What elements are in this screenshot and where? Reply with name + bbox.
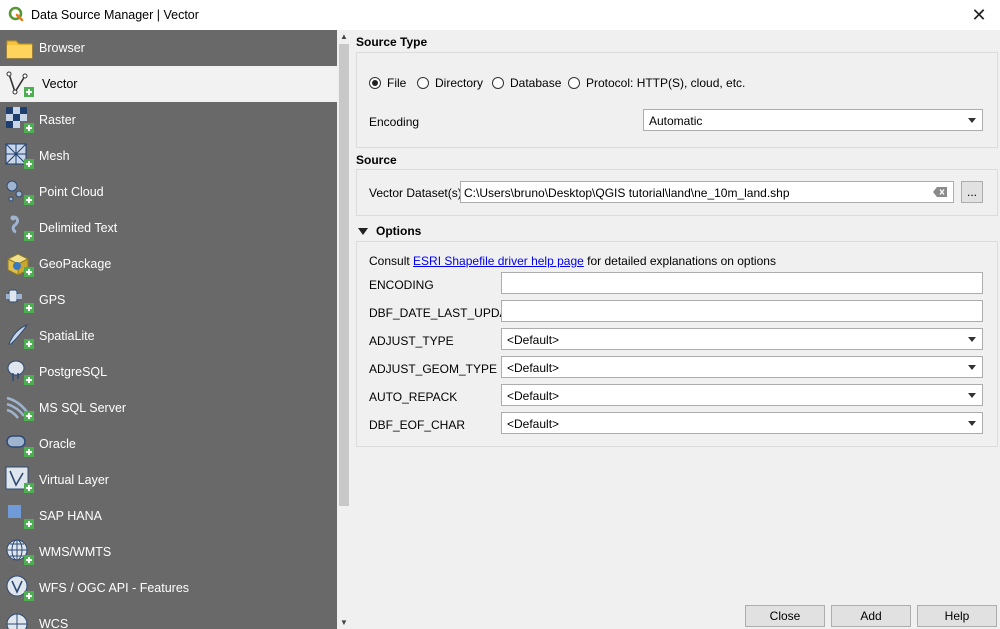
- close-icon: ✕: [971, 5, 987, 25]
- option-label-adjust-type: ADJUST_TYPE: [369, 334, 454, 348]
- sidebar-item-spatialite[interactable]: SpatiaLite: [0, 318, 337, 354]
- mssql-icon: [6, 396, 34, 421]
- option-adjust-geom-type-select[interactable]: <Default>: [501, 356, 983, 378]
- help-button[interactable]: Help: [917, 605, 997, 627]
- option-label-dbf-eof-char: DBF_EOF_CHAR: [369, 418, 466, 432]
- vector-dataset-label: Vector Dataset(s): [369, 186, 462, 200]
- source-type-group: File Directory Database Protocol: HTTP(S…: [356, 52, 998, 148]
- radio-indicator: [492, 77, 504, 89]
- sidebar-item-wcs[interactable]: WCS: [0, 606, 337, 629]
- radio-protocol[interactable]: Protocol: HTTP(S), cloud, etc.: [568, 76, 745, 90]
- option-label-dbf-date-last-update: DBF_DATE_LAST_UPDATE: [369, 306, 522, 320]
- sap-hana-icon: [8, 505, 34, 529]
- panel-scrollbar[interactable]: ▲ ▼: [338, 30, 350, 629]
- option-label-encoding: ENCODING: [369, 278, 434, 292]
- options-group: Consult ESRI Shapefile driver help page …: [356, 241, 998, 447]
- scroll-up-icon[interactable]: ▲: [340, 32, 348, 41]
- chevron-down-icon: [968, 337, 976, 342]
- qgis-logo-icon: [8, 6, 24, 22]
- close-button[interactable]: Close: [745, 605, 825, 627]
- sidebar-item-geopackage[interactable]: GeoPackage: [0, 246, 337, 282]
- option-label-adjust-geom-type: ADJUST_GEOM_TYPE: [369, 362, 498, 376]
- radio-indicator: [568, 77, 580, 89]
- option-dbf-eof-char-select[interactable]: <Default>: [501, 412, 983, 434]
- sidebar-item-wfs-ogc-api-features[interactable]: WFS / OGC API - Features: [0, 570, 337, 606]
- vector-dataset-input[interactable]: C:\Users\bruno\Desktop\QGIS tutorial\lan…: [460, 181, 954, 203]
- wfs-icon: [6, 575, 34, 601]
- vector-layer-icon: [6, 71, 34, 97]
- chevron-down-icon: [968, 421, 976, 426]
- chevron-down-icon: [968, 365, 976, 370]
- encoding-label: Encoding: [369, 115, 420, 129]
- collapse-arrow-icon: [358, 227, 368, 235]
- chevron-down-icon: [968, 118, 976, 123]
- close-window-button[interactable]: ✕: [966, 2, 992, 28]
- radio-indicator: [417, 77, 429, 89]
- raster-layer-icon: [6, 107, 34, 133]
- source-title: Source: [356, 153, 397, 167]
- spatialite-icon: [8, 323, 34, 349]
- window-title: Data Source Manager | Vector: [31, 8, 199, 22]
- virtual-layer-icon: [5, 466, 34, 493]
- sidebar-item-raster[interactable]: Raster: [0, 102, 337, 138]
- driver-help-link[interactable]: ESRI Shapefile driver help page: [413, 254, 584, 268]
- sidebar-item-virtual-layer[interactable]: Virtual Layer: [0, 462, 337, 498]
- options-title: Options: [376, 224, 422, 238]
- option-adjust-type-select[interactable]: <Default>: [501, 328, 983, 350]
- option-encoding-input[interactable]: [501, 272, 983, 294]
- sidebar-item-mesh[interactable]: Mesh: [0, 138, 337, 174]
- scroll-down-icon[interactable]: ▼: [340, 618, 348, 627]
- source-type-title: Source Type: [356, 35, 428, 49]
- option-dbf-date-last-update-input[interactable]: [501, 300, 983, 322]
- encoding-select[interactable]: Automatic: [643, 109, 983, 131]
- option-auto-repack-select[interactable]: <Default>: [501, 384, 983, 406]
- radio-file[interactable]: File: [369, 76, 406, 90]
- sidebar-item-vector[interactable]: Vector: [0, 66, 337, 102]
- delimited-text-icon: [10, 215, 34, 241]
- gps-icon: [6, 289, 34, 313]
- oracle-icon: [6, 435, 34, 457]
- mesh-layer-icon: [5, 143, 34, 169]
- radio-directory[interactable]: Directory: [417, 76, 483, 90]
- sidebar-item-ms-sql-server[interactable]: MS SQL Server: [0, 390, 337, 426]
- sidebar-item-sap-hana[interactable]: SAP HANA: [0, 498, 337, 534]
- option-label-auto-repack: AUTO_REPACK: [369, 390, 458, 404]
- sidebar-item-oracle[interactable]: Oracle: [0, 426, 337, 462]
- sidebar-item-delimited-text[interactable]: Delimited Text: [0, 210, 337, 246]
- radio-indicator: [369, 77, 381, 89]
- radio-database[interactable]: Database: [492, 76, 561, 90]
- title-bar: Data Source Manager | Vector ✕: [0, 0, 1000, 30]
- source-group: Vector Dataset(s) C:\Users\bruno\Desktop…: [356, 169, 998, 216]
- options-consult-text: Consult ESRI Shapefile driver help page …: [369, 254, 776, 268]
- browse-button[interactable]: ...: [961, 181, 983, 203]
- folder-icon: [6, 40, 33, 59]
- chevron-down-icon: [968, 393, 976, 398]
- point-cloud-icon: [6, 180, 34, 205]
- sidebar-item-gps[interactable]: GPS: [0, 282, 337, 318]
- clear-input-icon[interactable]: [933, 187, 947, 197]
- postgresql-icon: [7, 360, 34, 385]
- sidebar-item-postgresql[interactable]: PostgreSQL: [0, 354, 337, 390]
- sidebar-item-wms-wmts[interactable]: WMS/WMTS: [0, 534, 337, 570]
- options-collapse-toggle[interactable]: Options: [358, 224, 421, 238]
- sidebar-item-point-cloud[interactable]: Point Cloud: [0, 174, 337, 210]
- sidebar: Browser Vector Raster Mesh Point Cloud D…: [0, 30, 337, 629]
- geopackage-icon: [6, 253, 34, 277]
- wms-icon: [6, 539, 34, 565]
- wcs-icon: [6, 613, 28, 629]
- scrollbar-thumb[interactable]: [339, 44, 349, 506]
- add-button[interactable]: Add: [831, 605, 911, 627]
- sidebar-item-browser[interactable]: Browser: [0, 30, 337, 66]
